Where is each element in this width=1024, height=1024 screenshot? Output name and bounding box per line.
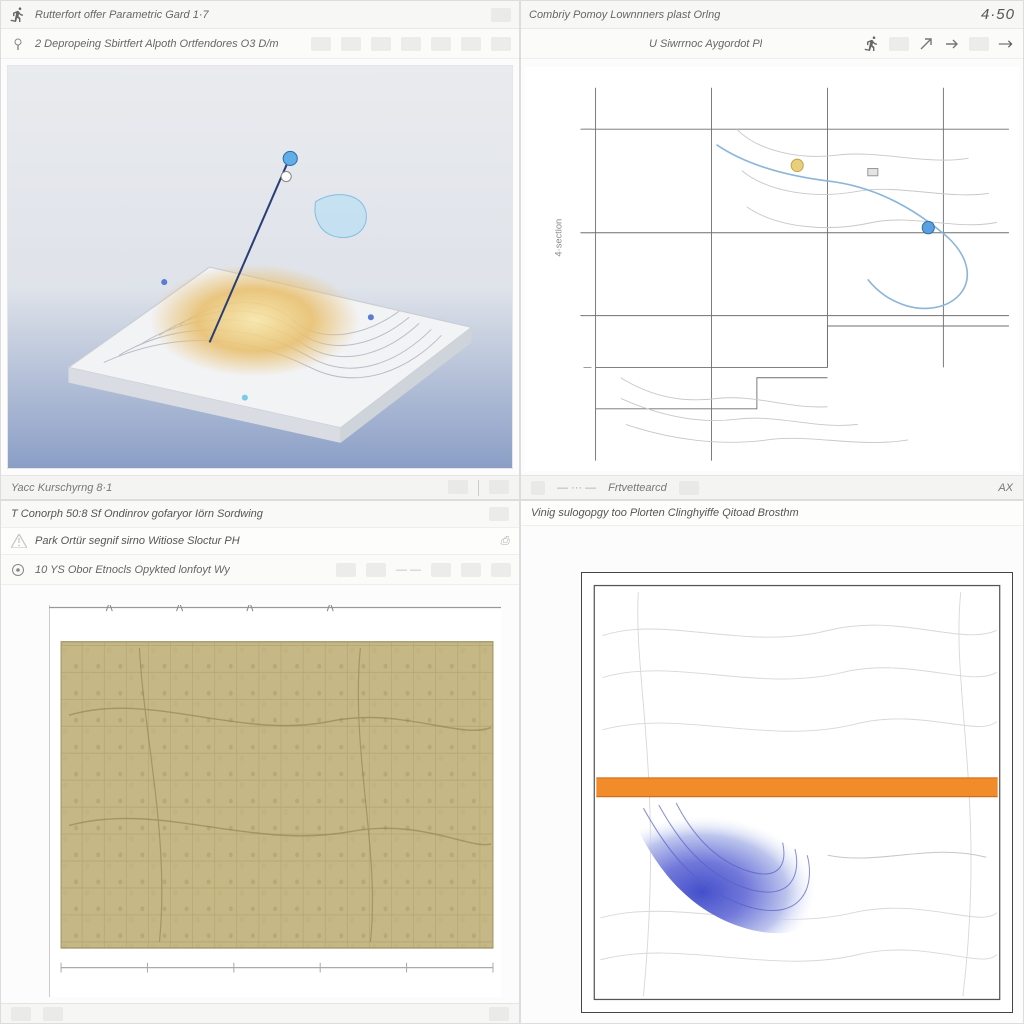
status-icon[interactable] <box>11 1007 31 1021</box>
runner-icon[interactable] <box>863 35 881 53</box>
tool-icon[interactable] <box>431 37 451 51</box>
status-icon[interactable] <box>489 480 509 494</box>
tool-icon[interactable] <box>366 563 386 577</box>
title-right-tr: 4·50 <box>981 6 1015 23</box>
tool-icon[interactable] <box>401 37 421 51</box>
arrow-up-right-icon[interactable] <box>917 35 935 53</box>
tool-icon[interactable] <box>461 37 481 51</box>
divider <box>478 480 479 496</box>
status-icon[interactable] <box>448 480 468 494</box>
status-icon[interactable] <box>489 1007 509 1021</box>
panel-3d-terrain: Rutterfort offer Parametric Gard 1·7 2 D… <box>0 0 520 500</box>
header-text-bl: T Conorph 50:8 Sf Ondinrov gofaryor Iörn… <box>11 508 263 520</box>
marker-icon[interactable] <box>9 35 27 53</box>
toolbar-bl: 10 YS Obor Etnocls Opykted lonfoyt Wy — … <box>1 555 519 585</box>
title-text-tl: Rutterfort offer Parametric Gard 1·7 <box>35 9 209 21</box>
viewport-plan[interactable]: 4·section <box>525 67 1019 471</box>
tool-icon[interactable] <box>489 507 509 521</box>
svg-text:4·section: 4·section <box>553 219 563 257</box>
dashes: — — <box>396 564 421 576</box>
toolbar-label-bl: 10 YS Obor Etnocls Opykted lonfoyt Wy <box>35 564 230 576</box>
tool-icon[interactable] <box>889 37 909 51</box>
status-icon[interactable] <box>679 481 699 495</box>
panel-satellite: T Conorph 50:8 Sf Ondinrov gofaryor Iörn… <box>0 500 520 1024</box>
arrow-right-long-icon[interactable] <box>997 35 1015 53</box>
target-icon[interactable] <box>9 561 27 579</box>
status-icon[interactable] <box>43 1007 63 1021</box>
status-ax-tr: AX <box>998 482 1013 494</box>
statusbar-tl: Yacc Kurschyrng 8·1 <box>1 475 519 499</box>
viewport-satellite[interactable] <box>49 605 501 997</box>
toolbar-tl: 2 Depropeing Sbirtfert Alpoth Ortfendore… <box>1 29 519 59</box>
status-tool-tr: Frtvettearcd <box>608 482 667 494</box>
status-icon[interactable] <box>531 481 545 495</box>
tool-icon[interactable] <box>491 37 511 51</box>
warn-row-label-bl: Park Ortür segnif sirno Witiose Sloctur … <box>35 535 240 547</box>
viewport-section[interactable] <box>581 572 1013 1013</box>
tool-icon[interactable] <box>341 37 361 51</box>
toolbar-label-tl: 2 Depropeing Sbirtfert Alpoth Ortfendore… <box>35 38 279 50</box>
arrow-right-icon[interactable] <box>943 35 961 53</box>
tool-icon[interactable] <box>491 8 511 22</box>
status-dashes: — ··· — <box>557 482 596 494</box>
toolbar-tr: U Siwrrnoc Aygordot Pl <box>521 29 1023 59</box>
tool-icon[interactable] <box>431 563 451 577</box>
warn-row-bl: Park Ortür segnif sirno Witiose Sloctur … <box>1 528 519 555</box>
tool-icon[interactable] <box>461 563 481 577</box>
title-text-tr: Combriy Pomoy Lownnners plast Orlng <box>529 9 720 21</box>
header-bl: T Conorph 50:8 Sf Ondinrov gofaryor Iörn… <box>1 501 519 528</box>
warning-triangle-icon <box>11 534 27 548</box>
statusbar-tr: — ··· — Frtvettearcd AX <box>521 475 1023 499</box>
tool-icon[interactable] <box>371 37 391 51</box>
tool-icon[interactable] <box>969 37 989 51</box>
toolbar-label-tr: U Siwrrnoc Aygordot Pl <box>649 38 762 50</box>
tool-icon[interactable] <box>336 563 356 577</box>
titlebar-tr: Combriy Pomoy Lownnners plast Orlng 4·50 <box>521 1 1023 29</box>
statusbar-bl <box>1 1003 519 1023</box>
panel-plan-view: Combriy Pomoy Lownnners plast Orlng 4·50… <box>520 0 1024 500</box>
panel-section: Vinig sulogopgy too Plorten Clinghyiffe … <box>520 500 1024 1024</box>
viewport-3d[interactable] <box>7 65 513 469</box>
status-text-tl: Yacc Kurschyrng 8·1 <box>11 482 112 494</box>
tool-icon[interactable] <box>311 37 331 51</box>
running-figure-icon <box>9 6 27 24</box>
header-text-br: Vinig sulogopgy too Plorten Clinghyiffe … <box>531 507 799 519</box>
pin-icon[interactable]: ⎙ <box>500 535 509 548</box>
tool-icon[interactable] <box>491 563 511 577</box>
header-br: Vinig sulogopgy too Plorten Clinghyiffe … <box>521 501 1023 526</box>
titlebar-tl: Rutterfort offer Parametric Gard 1·7 <box>1 1 519 29</box>
